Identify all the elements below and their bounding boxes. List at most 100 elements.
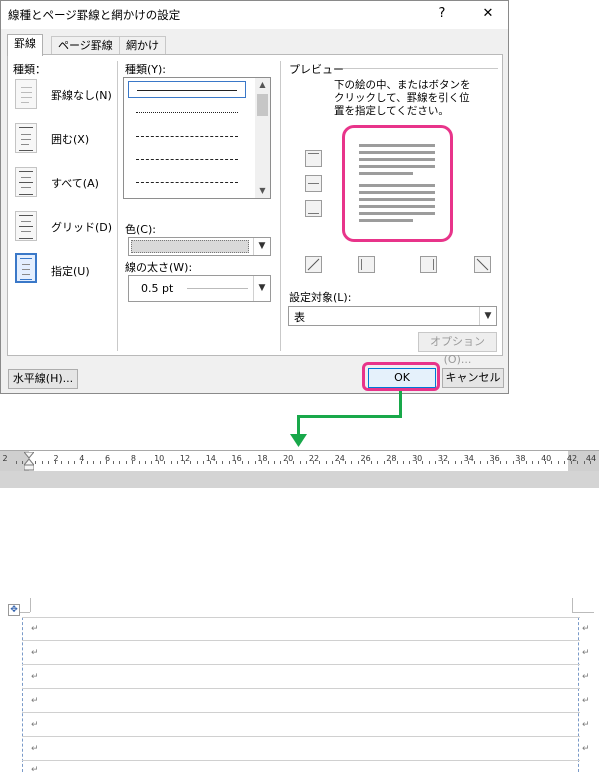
ruler-tick <box>577 461 579 464</box>
paragraph-mark: ↵ <box>31 696 39 706</box>
inside-horizontal-border-button[interactable] <box>305 175 322 192</box>
ruler-tick <box>164 461 166 464</box>
style-option-dotted[interactable] <box>128 104 246 121</box>
ruler-tick <box>87 461 88 464</box>
scroll-thumb[interactable] <box>257 94 268 116</box>
table-row-line <box>22 760 580 761</box>
table-move-handle-icon[interactable]: ✥ <box>8 604 20 616</box>
ruler-tick <box>112 461 114 464</box>
document-page[interactable] <box>0 488 599 772</box>
table-row-line <box>22 712 580 713</box>
ruler-tick <box>67 461 69 464</box>
diagonal-up-border-button[interactable] <box>474 256 491 273</box>
preset-all-label[interactable]: すべて(A) <box>51 175 99 191</box>
table-row-line <box>22 664 580 665</box>
ruler-tick <box>74 461 76 464</box>
ruler-tick <box>41 461 43 464</box>
left-border-button[interactable] <box>358 256 375 273</box>
horizontal-line-button[interactable]: 水平線(H)... <box>8 369 78 389</box>
preset-none-icon[interactable] <box>15 79 37 109</box>
preset-none-label[interactable]: 罫線なし(N) <box>51 87 112 103</box>
preset-custom-icon[interactable] <box>15 253 37 283</box>
ruler-tick <box>145 461 146 464</box>
paragraph-mark: ↵ <box>31 744 39 754</box>
indent-marker-icon[interactable] <box>24 452 34 471</box>
ruler-tick <box>54 461 56 464</box>
ruler-tick <box>364 461 366 464</box>
ruler-tick <box>499 461 501 464</box>
ruler-tick <box>203 461 204 464</box>
ruler-tick <box>299 461 301 464</box>
ruler-tick <box>325 461 327 464</box>
ruler-tick <box>570 461 572 464</box>
table-row-line <box>22 736 580 737</box>
ruler-tick <box>157 461 159 464</box>
style-label: 種類(Y): <box>125 63 167 76</box>
end-of-row-mark: ↵ <box>582 648 590 658</box>
preview-label: プレビュー <box>289 63 344 76</box>
scroll-down-icon[interactable]: ▼ <box>255 184 270 198</box>
options-button[interactable]: オプション(O)... <box>418 332 497 366</box>
right-border-button[interactable] <box>420 256 437 273</box>
color-select[interactable]: ▼ <box>128 237 271 256</box>
close-button[interactable]: ✕ <box>475 4 501 24</box>
ruler-tick <box>506 461 508 464</box>
ruler-tick <box>551 461 553 464</box>
preset-grid-icon[interactable] <box>15 211 37 241</box>
horizontal-ruler[interactable]: 2 2 4 6 8 10 12 14 16 18 20 22 24 26 28 30 32 34 36 38 40 42 4… <box>0 451 599 471</box>
line-width-select[interactable]: 0.5 pt ▼ <box>128 275 271 302</box>
chevron-down-icon[interactable]: ▼ <box>479 307 496 325</box>
diagonal-down-border-button[interactable] <box>305 256 322 273</box>
apply-to-select[interactable]: 表 ▼ <box>288 306 497 326</box>
style-option-solid[interactable] <box>128 81 246 98</box>
style-option-dash-dot[interactable] <box>128 174 246 191</box>
ruler-tick <box>280 461 282 464</box>
dialog-title: 線種とページ罫線と網かけの設定 <box>8 8 181 22</box>
arrow-connector <box>399 391 402 418</box>
chevron-down-icon[interactable]: ▼ <box>253 276 270 301</box>
ruler-tick <box>590 461 591 464</box>
preset-box-icon[interactable] <box>15 123 37 153</box>
preview-area[interactable] <box>342 125 453 242</box>
tab-borders[interactable]: 罫線 <box>7 34 43 56</box>
ruler-tick <box>190 461 192 464</box>
line-style-list[interactable]: ▲ ▼ <box>123 77 271 199</box>
ruler-tick <box>332 461 333 464</box>
preset-custom-label[interactable]: 指定(U) <box>51 263 90 279</box>
style-option-dash[interactable] <box>128 151 246 168</box>
preset-grid-label[interactable]: グリッド(D) <box>51 219 112 235</box>
width-label: 線の太さ(W): <box>125 261 193 274</box>
ruler-tick <box>209 461 211 464</box>
ruler-tick <box>383 461 385 464</box>
ruler-tick <box>177 461 179 464</box>
ruler-tick <box>61 461 63 464</box>
ruler-tick <box>377 461 379 464</box>
ruler-number: 38 <box>515 454 526 463</box>
top-border-button[interactable] <box>305 150 322 167</box>
ruler-tick <box>512 461 514 464</box>
ruler-tick <box>344 461 346 464</box>
style-list-scrollbar[interactable]: ▲ ▼ <box>255 78 270 198</box>
cancel-button[interactable]: キャンセル <box>442 368 504 388</box>
style-option-small-dash[interactable] <box>128 128 246 145</box>
ruler-number: 36 <box>489 454 500 463</box>
chevron-down-icon[interactable]: ▼ <box>253 238 270 255</box>
ruler-tick <box>435 461 437 464</box>
ruler-tick <box>519 461 521 464</box>
bottom-border-button[interactable] <box>305 200 322 217</box>
ruler-number: 42 <box>566 454 578 463</box>
ruler-tick <box>338 461 340 464</box>
ruler-tick <box>441 461 443 464</box>
tab-shading[interactable]: 網かけ <box>119 36 166 55</box>
divider <box>117 61 118 351</box>
preset-all-icon[interactable] <box>15 167 37 197</box>
tab-page-border[interactable]: ページ罫線 <box>51 36 120 55</box>
table-row-line <box>22 617 580 618</box>
preset-box-label[interactable]: 囲む(X) <box>51 131 89 147</box>
ruler-tick <box>16 461 17 464</box>
ruler-number: 28 <box>386 454 397 463</box>
ruler-tick <box>461 461 462 464</box>
scroll-up-icon[interactable]: ▲ <box>255 78 270 92</box>
ruler-tick <box>422 461 424 464</box>
help-button[interactable]: ? <box>429 4 455 24</box>
